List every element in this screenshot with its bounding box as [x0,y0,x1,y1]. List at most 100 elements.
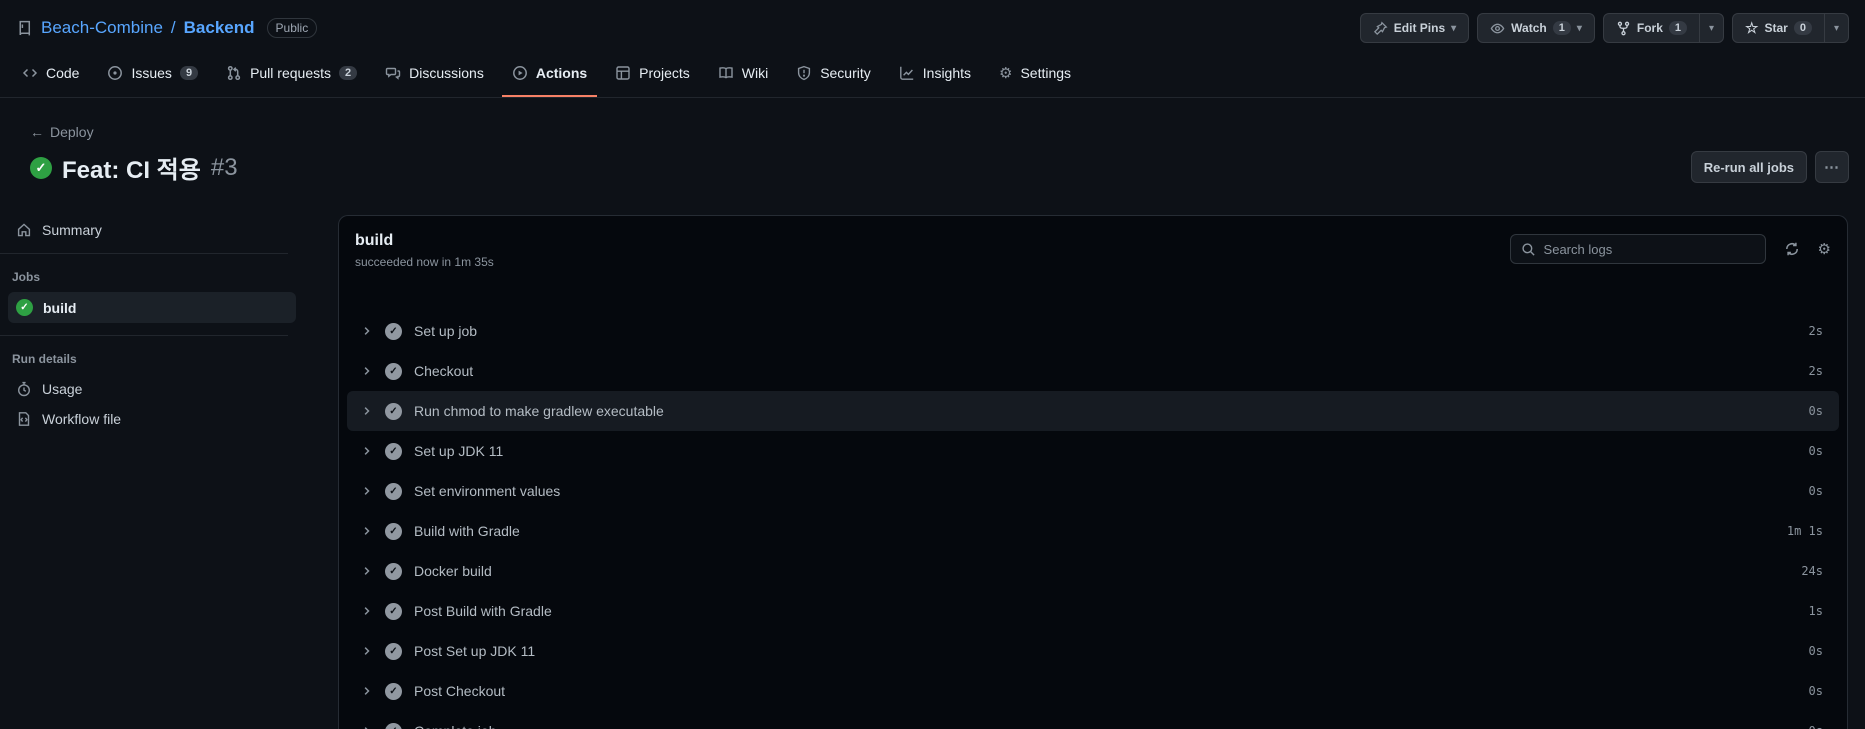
step-name: Post Checkout [414,683,506,699]
chevron-right-icon[interactable] [361,605,373,617]
job-summary: build succeeded now in 1m 35s [355,232,494,269]
fork-dropdown-button[interactable]: ▾ [1699,14,1723,42]
run-title: Feat: CI 적용 [62,157,201,184]
repo-header-actions: Edit Pins ▾ Watch 1 ▾ Fork 1 ▾ ☆ Star 0 … [1359,13,1849,43]
chevron-right-icon[interactable] [361,485,373,497]
chevron-down-icon: ▾ [1451,22,1457,34]
step-duration: 0s [1808,684,1823,698]
step-row[interactable]: ✓ Checkout 2s [347,351,1839,391]
chevron-right-icon[interactable] [361,565,373,577]
job-name-label: build [43,299,77,316]
chevron-right-icon[interactable] [361,445,373,457]
chevron-right-icon[interactable] [361,725,373,729]
tab-projects[interactable]: Projects [605,55,700,97]
step-success-icon: ✓ [385,642,402,660]
step-success-icon: ✓ [385,682,402,700]
chevron-right-icon[interactable] [361,685,373,697]
repo-name-link[interactable]: Backend [184,18,255,38]
sidebar-divider [0,335,288,336]
star-count: 0 [1793,21,1812,35]
tab-label: Actions [535,65,588,81]
chevron-right-icon[interactable] [361,525,373,537]
watch-button[interactable]: Watch 1 ▾ [1477,13,1595,43]
chevron-right-icon[interactable] [361,405,373,417]
steps-list: ✓ Set up job 2s ✓ Checkout 2s ✓ Run chmo… [339,285,1847,729]
watch-count: 1 [1552,21,1571,35]
workflow-name: Deploy [50,124,94,140]
run-title-block: ← Deploy ✓ Feat: CI 적용 #3 [30,124,238,185]
step-row[interactable]: ✓ Set environment values 0s [347,471,1839,511]
step-row[interactable]: ✓ Post Build with Gradle 1s [347,591,1839,631]
refresh-icon[interactable] [1784,241,1800,257]
issues-count: 9 [179,66,199,80]
search-logs-input[interactable] [1543,241,1755,257]
star-dropdown-button[interactable]: ▾ [1823,14,1848,42]
chevron-right-icon[interactable] [361,365,373,377]
step-row[interactable]: ✓ Set up JDK 11 0s [347,431,1839,471]
file-code-icon [16,411,32,427]
step-success-icon: ✓ [385,402,402,420]
sidebar-item-summary[interactable]: Summary [8,215,296,245]
sidebar-item-workflow-file[interactable]: Workflow file [8,404,296,434]
tab-insights[interactable]: Insights [889,55,981,97]
stopwatch-icon [16,381,32,397]
tab-settings[interactable]: ⚙ Settings [989,54,1081,98]
star-button[interactable]: ☆ Star 0 [1733,14,1824,42]
run-sidebar: Summary Jobs ✓ build Run details Usage W… [0,215,296,729]
rerun-all-jobs-button[interactable]: Re-run all jobs [1690,151,1807,183]
step-name: Complete job [414,723,497,729]
log-panel-tools: ⚙ [1509,234,1831,264]
run-details-section-label: Run details [12,352,77,366]
run-number: #3 [210,153,238,181]
breadcrumb: Beach-Combine / Backend Public [16,18,318,38]
step-row[interactable]: ✓ Complete job 0s [347,711,1839,729]
step-duration: 2s [1808,364,1823,378]
tab-wiki[interactable]: Wiki [708,55,778,97]
edit-pins-button[interactable]: Edit Pins ▾ [1359,13,1470,43]
step-name: Set up job [414,323,478,339]
tab-label: Pull requests [250,65,331,81]
home-icon [16,222,32,238]
tab-security[interactable]: Security [786,55,881,97]
tab-label: Issues [131,65,172,81]
sidebar-job-build[interactable]: ✓ build [8,292,296,323]
step-name: Run chmod to make gradlew executable [414,403,664,419]
fork-button-group: Fork 1 ▾ [1602,13,1725,43]
fork-label: Fork [1636,21,1663,35]
chevron-down-icon: ▾ [1576,22,1582,34]
sidebar-item-usage[interactable]: Usage [8,374,296,404]
step-row[interactable]: ✓ Run chmod to make gradlew executable 0… [347,391,1839,431]
tab-label: Security [820,65,871,81]
job-success-icon: ✓ [16,299,33,316]
tab-label: Wiki [741,65,769,81]
step-name: Set up JDK 11 [414,443,504,459]
chevron-right-icon[interactable] [361,645,373,657]
pull-requests-count: 2 [339,66,358,80]
job-log-panel: build succeeded now in 1m 35s ⚙ [338,215,1848,729]
step-row[interactable]: ✓ Set up job 2s [347,311,1839,351]
tab-pull-requests[interactable]: Pull requests 2 [216,55,367,97]
tab-actions[interactable]: Actions [501,55,598,97]
chevron-right-icon[interactable] [361,325,373,337]
back-to-workflow-link[interactable]: ← Deploy [30,124,238,140]
step-duration: 2s [1808,324,1823,338]
tab-discussions[interactable]: Discussions [375,55,494,97]
step-row[interactable]: ✓ Post Checkout 0s [347,671,1839,711]
log-settings-gear-icon[interactable]: ⚙ [1818,240,1831,258]
step-row[interactable]: ✓ Post Set up JDK 11 0s [347,631,1839,671]
fork-count: 1 [1668,21,1688,35]
step-row[interactable]: ✓ Docker build 24s [347,551,1839,591]
step-row[interactable]: ✓ Build with Gradle 1m 1s [347,511,1839,551]
tab-label: Projects [639,65,690,81]
jobs-section-label: Jobs [12,270,41,284]
shield-icon [796,65,812,81]
fork-button[interactable]: Fork 1 [1604,14,1699,42]
main-column: build succeeded now in 1m 35s ⚙ [296,215,1865,729]
search-logs-box [1509,234,1766,264]
star-icon: ☆ [1745,20,1759,37]
more-options-button[interactable]: ⋯ [1815,151,1849,183]
repo-owner-link[interactable]: Beach-Combine [41,18,163,38]
tab-code[interactable]: Code [12,55,89,97]
step-success-icon: ✓ [385,522,402,540]
tab-issues[interactable]: Issues 9 [97,55,208,97]
